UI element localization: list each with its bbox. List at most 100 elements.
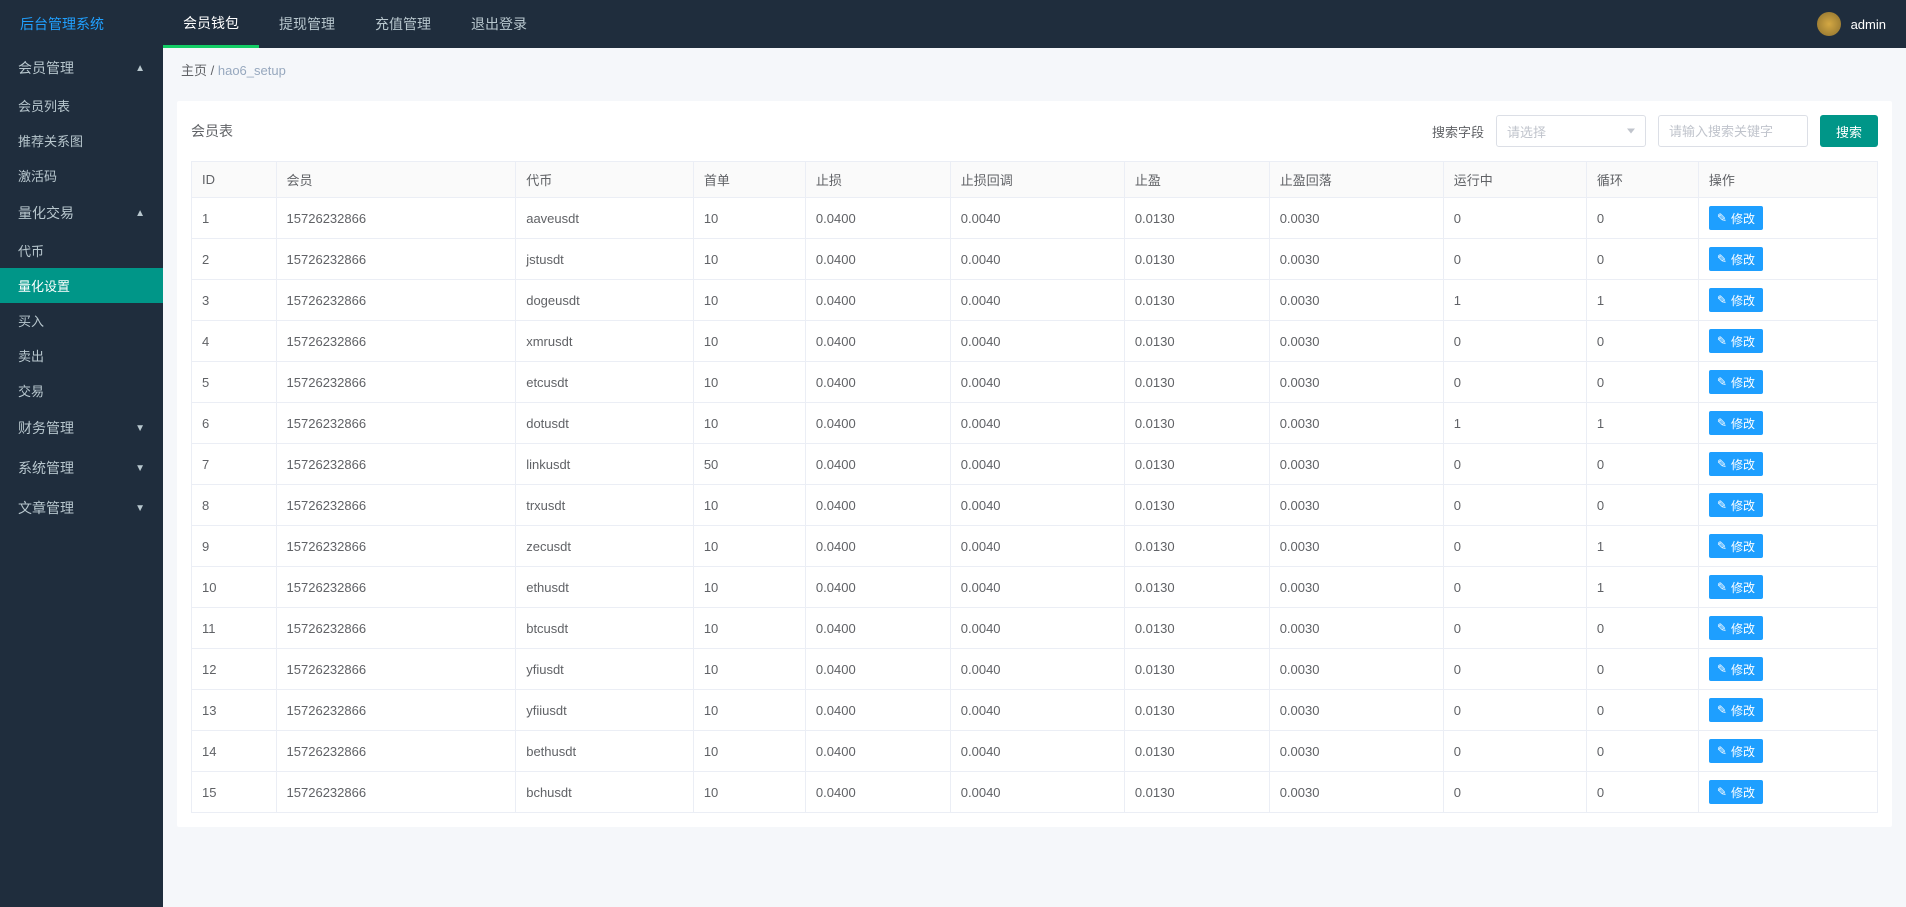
cell-take_cb: 0.0030 xyxy=(1269,649,1443,690)
search-field-select[interactable]: 请选择 xyxy=(1496,115,1646,147)
cell-action: ✎修改 xyxy=(1698,567,1877,608)
sidebar-item-5[interactable]: 代币 xyxy=(0,233,163,268)
sidebar-item-10[interactable]: 财务管理▼ xyxy=(0,408,163,448)
cell-take: 0.0130 xyxy=(1124,280,1269,321)
edit-button[interactable]: ✎修改 xyxy=(1709,452,1763,476)
sidebar-item-8[interactable]: 卖出 xyxy=(0,338,163,373)
col-header: 止损回调 xyxy=(950,162,1124,198)
cell-id: 9 xyxy=(192,526,277,567)
col-header: 代币 xyxy=(516,162,694,198)
sidebar-item-9[interactable]: 交易 xyxy=(0,373,163,408)
cell-member: 15726232866 xyxy=(276,444,516,485)
cell-take: 0.0130 xyxy=(1124,444,1269,485)
topnav-item-3[interactable]: 退出登录 xyxy=(451,0,547,48)
edit-button[interactable]: ✎修改 xyxy=(1709,657,1763,681)
edit-button[interactable]: ✎修改 xyxy=(1709,247,1763,271)
cell-take_cb: 0.0030 xyxy=(1269,403,1443,444)
cell-action: ✎修改 xyxy=(1698,444,1877,485)
edit-label: 修改 xyxy=(1731,579,1755,596)
edit-button[interactable]: ✎修改 xyxy=(1709,288,1763,312)
edit-button[interactable]: ✎修改 xyxy=(1709,739,1763,763)
cell-id: 8 xyxy=(192,485,277,526)
cell-first: 10 xyxy=(693,321,805,362)
cell-take_cb: 0.0030 xyxy=(1269,485,1443,526)
cell-id: 4 xyxy=(192,321,277,362)
topnav-item-1[interactable]: 提现管理 xyxy=(259,0,355,48)
cell-action: ✎修改 xyxy=(1698,731,1877,772)
topnav: 会员钱包提现管理充值管理退出登录 xyxy=(163,0,547,48)
sidebar-item-label: 卖出 xyxy=(18,346,44,365)
col-header: 止盈 xyxy=(1124,162,1269,198)
edit-button[interactable]: ✎修改 xyxy=(1709,206,1763,230)
search-button[interactable]: 搜索 xyxy=(1820,115,1878,147)
sidebar-item-4[interactable]: 量化交易▲ xyxy=(0,193,163,233)
cell-take: 0.0130 xyxy=(1124,649,1269,690)
edit-button[interactable]: ✎修改 xyxy=(1709,329,1763,353)
edit-label: 修改 xyxy=(1731,784,1755,801)
pencil-icon: ✎ xyxy=(1717,334,1727,348)
logo: 后台管理系统 xyxy=(20,14,163,34)
cell-take_cb: 0.0030 xyxy=(1269,444,1443,485)
edit-button[interactable]: ✎修改 xyxy=(1709,493,1763,517)
cell-take: 0.0130 xyxy=(1124,198,1269,239)
sidebar-item-0[interactable]: 会员管理▲ xyxy=(0,48,163,88)
cell-take: 0.0130 xyxy=(1124,608,1269,649)
cell-take_cb: 0.0030 xyxy=(1269,280,1443,321)
table-row: 915726232866zecusdt100.04000.00400.01300… xyxy=(192,526,1878,567)
table-row: 1515726232866bchusdt100.04000.00400.0130… xyxy=(192,772,1878,813)
pencil-icon: ✎ xyxy=(1717,211,1727,225)
cell-action: ✎修改 xyxy=(1698,649,1877,690)
cell-stop_cb: 0.0040 xyxy=(950,526,1124,567)
cell-loop: 0 xyxy=(1586,649,1698,690)
cell-coin: ethusdt xyxy=(516,567,694,608)
edit-button[interactable]: ✎修改 xyxy=(1709,698,1763,722)
breadcrumb-home[interactable]: 主页 xyxy=(181,63,207,78)
cell-run: 0 xyxy=(1443,772,1586,813)
cell-coin: dogeusdt xyxy=(516,280,694,321)
table-row: 315726232866dogeusdt100.04000.00400.0130… xyxy=(192,280,1878,321)
sidebar-item-7[interactable]: 买入 xyxy=(0,303,163,338)
sidebar-item-6[interactable]: 量化设置 xyxy=(0,268,163,303)
cell-id: 1 xyxy=(192,198,277,239)
edit-button[interactable]: ✎修改 xyxy=(1709,575,1763,599)
table-row: 1315726232866yfiiusdt100.04000.00400.013… xyxy=(192,690,1878,731)
edit-button[interactable]: ✎修改 xyxy=(1709,411,1763,435)
topnav-item-2[interactable]: 充值管理 xyxy=(355,0,451,48)
sidebar-item-11[interactable]: 系统管理▼ xyxy=(0,448,163,488)
search-input[interactable] xyxy=(1658,115,1808,147)
cell-loop: 0 xyxy=(1586,321,1698,362)
pencil-icon: ✎ xyxy=(1717,621,1727,635)
cell-loop: 0 xyxy=(1586,198,1698,239)
cell-first: 10 xyxy=(693,690,805,731)
cell-run: 0 xyxy=(1443,690,1586,731)
cell-loop: 1 xyxy=(1586,280,1698,321)
edit-button[interactable]: ✎修改 xyxy=(1709,780,1763,804)
cell-take_cb: 0.0030 xyxy=(1269,362,1443,403)
cell-coin: bchusdt xyxy=(516,772,694,813)
cell-run: 0 xyxy=(1443,731,1586,772)
sidebar-item-2[interactable]: 推荐关系图 xyxy=(0,123,163,158)
cell-id: 3 xyxy=(192,280,277,321)
cell-member: 15726232866 xyxy=(276,690,516,731)
sidebar-item-12[interactable]: 文章管理▼ xyxy=(0,488,163,528)
cell-take: 0.0130 xyxy=(1124,772,1269,813)
pencil-icon: ✎ xyxy=(1717,498,1727,512)
sidebar-item-3[interactable]: 激活码 xyxy=(0,158,163,193)
cell-first: 50 xyxy=(693,444,805,485)
edit-button[interactable]: ✎修改 xyxy=(1709,616,1763,640)
pencil-icon: ✎ xyxy=(1717,703,1727,717)
edit-label: 修改 xyxy=(1731,292,1755,309)
sidebar-item-1[interactable]: 会员列表 xyxy=(0,88,163,123)
table-row: 415726232866xmrusdt100.04000.00400.01300… xyxy=(192,321,1878,362)
cell-stop_cb: 0.0040 xyxy=(950,239,1124,280)
chevron-up-icon: ▲ xyxy=(135,208,145,219)
edit-button[interactable]: ✎修改 xyxy=(1709,534,1763,558)
cell-stop_cb: 0.0040 xyxy=(950,198,1124,239)
cell-loop: 0 xyxy=(1586,731,1698,772)
cell-stop_cb: 0.0040 xyxy=(950,649,1124,690)
topnav-item-0[interactable]: 会员钱包 xyxy=(163,0,259,48)
avatar[interactable] xyxy=(1817,12,1841,36)
edit-button[interactable]: ✎修改 xyxy=(1709,370,1763,394)
cell-first: 10 xyxy=(693,485,805,526)
table-row: 1415726232866bethusdt100.04000.00400.013… xyxy=(192,731,1878,772)
